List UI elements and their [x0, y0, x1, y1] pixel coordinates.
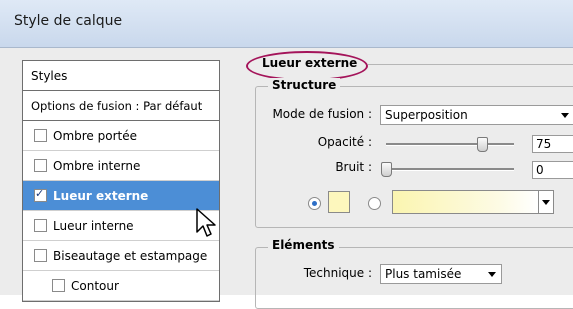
- checkbox-ombre-interne[interactable]: [34, 159, 47, 172]
- style-item-ombre-interne[interactable]: Ombre interne: [23, 151, 219, 181]
- mouse-pointer-icon: [196, 208, 216, 237]
- checkbox-contour[interactable]: [52, 279, 65, 292]
- panel-title: Lueur externe: [262, 56, 358, 70]
- chevron-down-icon: [561, 113, 569, 118]
- opacity-label: Opacité :: [317, 135, 372, 149]
- styles-header[interactable]: Styles: [23, 61, 219, 91]
- blending-options-item[interactable]: Options de fusion : Par défaut: [23, 91, 219, 121]
- style-item-label: Biseautage et estampage: [53, 248, 208, 263]
- window-title: Style de calque: [14, 13, 123, 29]
- checkbox-lueur-externe[interactable]: [34, 187, 47, 202]
- noise-input[interactable]: 0: [532, 161, 573, 179]
- checkbox-ombre-portee[interactable]: [34, 129, 47, 142]
- chevron-down-icon: [542, 200, 550, 205]
- style-item-lueur-externe[interactable]: Lueur externe: [23, 181, 219, 211]
- blending-options-label: Options de fusion : Par défaut: [31, 98, 203, 113]
- style-item-label: Ombre portée: [53, 128, 137, 143]
- structure-label: Structure: [268, 78, 341, 92]
- noise-slider-track[interactable]: [386, 168, 514, 171]
- technique-label: Technique :: [303, 266, 372, 280]
- title-rule: [368, 64, 573, 65]
- styles-list: Styles Options de fusion : Par défaut Om…: [22, 60, 220, 302]
- opacity-slider-handle[interactable]: [477, 137, 488, 152]
- gradient-preview[interactable]: [392, 190, 539, 214]
- style-item-contour[interactable]: Contour: [23, 271, 219, 301]
- title-bar: Style de calque: [0, 0, 573, 48]
- blend-mode-value: Superposition: [385, 108, 468, 122]
- style-item-lueur-interne[interactable]: Lueur interne: [23, 211, 219, 241]
- noise-label: Bruit :: [335, 160, 372, 174]
- dialog-body: Styles Options de fusion : Par défaut Om…: [0, 48, 573, 309]
- checkbox-lueur-interne[interactable]: [34, 219, 47, 232]
- checkbox-biseautage[interactable]: [34, 249, 47, 262]
- blend-mode-select[interactable]: Superposition: [380, 105, 573, 125]
- style-item-label: Lueur interne: [53, 218, 134, 233]
- style-item-label: Ombre interne: [53, 158, 141, 173]
- gradient-dropdown[interactable]: [538, 190, 554, 214]
- style-item-biseautage[interactable]: Biseautage et estampage: [23, 241, 219, 271]
- glow-color-swatch[interactable]: [328, 191, 350, 213]
- opacity-input[interactable]: 75: [532, 135, 573, 153]
- technique-value: Plus tamisée: [385, 267, 462, 281]
- noise-slider-handle[interactable]: [381, 162, 392, 177]
- solid-color-radio[interactable]: [308, 197, 321, 210]
- technique-select[interactable]: Plus tamisée: [380, 264, 502, 284]
- style-item-label: Contour: [71, 278, 119, 293]
- style-item-ombre-portee[interactable]: Ombre portée: [23, 121, 219, 151]
- blend-mode-label: Mode de fusion :: [272, 107, 372, 121]
- opacity-slider-track[interactable]: [386, 143, 514, 146]
- styles-header-label: Styles: [31, 68, 68, 83]
- elements-label: Eléments: [268, 238, 339, 252]
- style-item-label: Lueur externe: [53, 188, 149, 203]
- chevron-down-icon: [488, 272, 496, 277]
- gradient-radio[interactable]: [368, 197, 381, 210]
